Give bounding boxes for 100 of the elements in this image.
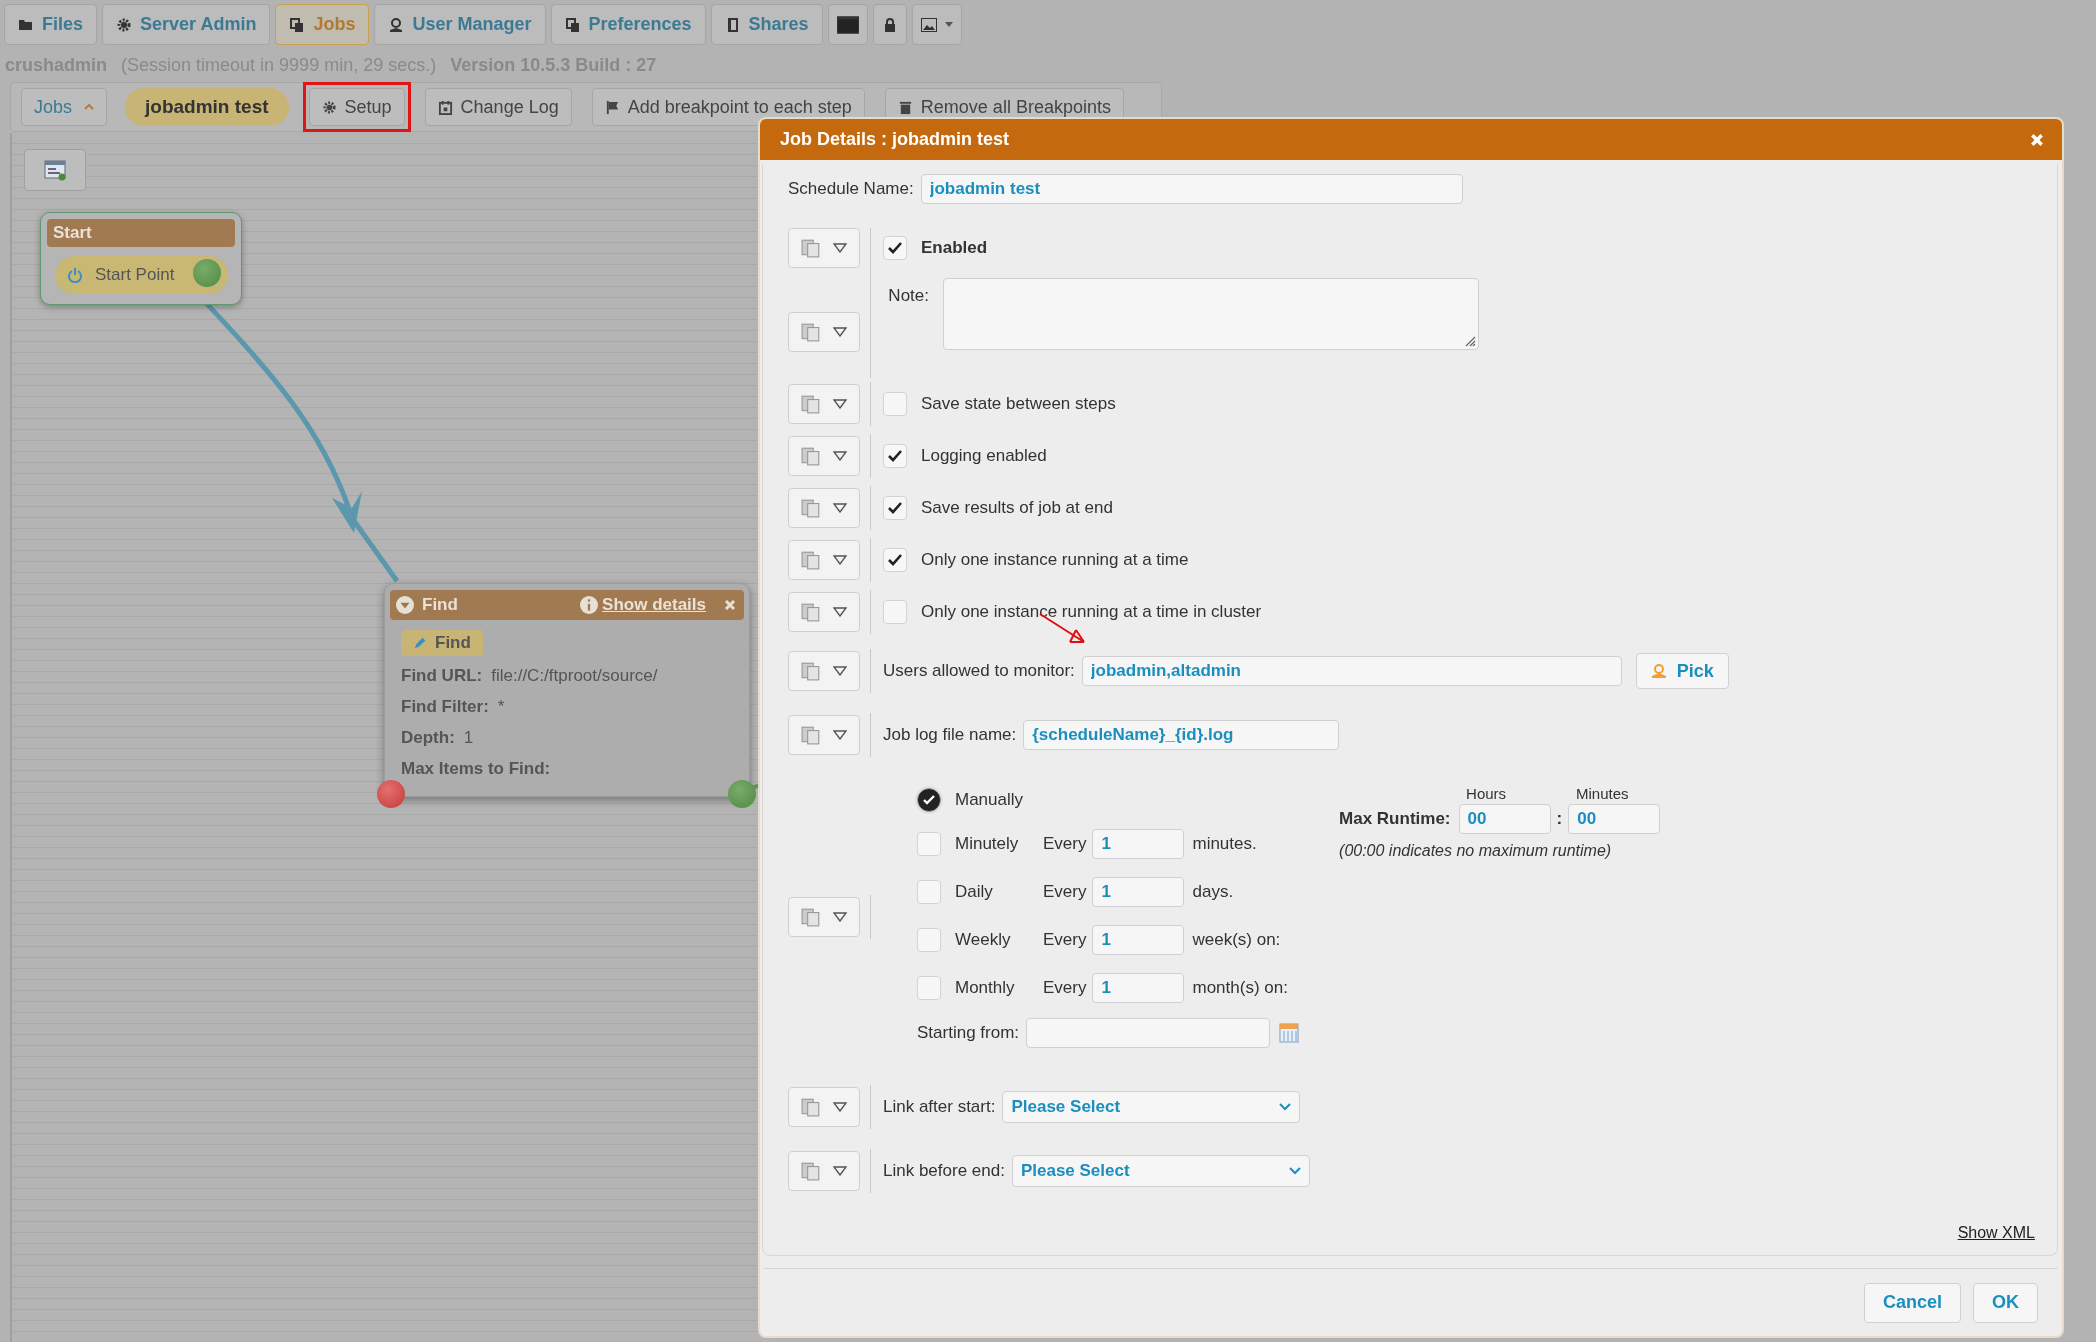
checkbox[interactable]: [883, 236, 907, 260]
field-label: Job log file name:: [883, 725, 1017, 745]
nav-tab[interactable]: Shares: [710, 4, 823, 45]
nav-tab[interactable]: Server Admin: [102, 4, 271, 45]
copy-icon: [801, 1097, 821, 1117]
nav-tab[interactable]: Preferences: [550, 4, 706, 45]
schedule-option[interactable]: [917, 788, 941, 812]
copy-icon: [801, 550, 821, 570]
copy-menu-button[interactable]: [788, 1087, 860, 1127]
checkbox-label: Save state between steps: [921, 394, 1116, 414]
field-label: Every: [1043, 882, 1087, 902]
field-label: Every: [1043, 978, 1087, 998]
log-file-field[interactable]: {scheduleName}_{id}.log: [1023, 720, 1340, 750]
close-icon[interactable]: [724, 599, 736, 611]
pick-button[interactable]: Pick: [1635, 653, 1729, 689]
lock-button[interactable]: [872, 4, 907, 45]
user-icon: [1650, 663, 1667, 679]
nav-tab[interactable]: Files: [4, 4, 98, 45]
show-xml-link[interactable]: Show XML: [1957, 1224, 2035, 1241]
caret-icon: [833, 451, 847, 461]
copy-menu-button[interactable]: [788, 592, 860, 632]
column-label: Minutes: [1576, 785, 1629, 802]
palette-button[interactable]: [24, 149, 86, 191]
jobs-menu-button[interactable]: Jobs: [21, 88, 108, 126]
interval-field[interactable]: 1: [1092, 877, 1185, 907]
caret-icon: [833, 912, 847, 922]
copy-menu-button[interactable]: [788, 897, 860, 937]
nav-tab[interactable]: Jobs: [275, 4, 370, 45]
collapse-icon: [396, 596, 414, 614]
field-label: Find Filter:: [401, 696, 489, 717]
start-date-field[interactable]: [1026, 1018, 1271, 1048]
image-menu-button[interactable]: [911, 4, 962, 45]
interval-field[interactable]: 1: [1092, 829, 1185, 859]
option-label: Daily: [955, 882, 994, 902]
copy-menu-button[interactable]: [788, 540, 860, 580]
option-label: Monthly: [955, 978, 1016, 998]
chevron-down-icon: [1279, 1103, 1292, 1111]
field-label: Every: [1043, 834, 1087, 854]
link-dropdown[interactable]: Please Select: [1002, 1091, 1301, 1123]
dialog-title: Job Details : jobadmin test: [780, 129, 1011, 150]
gear-icon: [321, 99, 337, 115]
calendar-icon: [437, 99, 453, 115]
copy-menu-button[interactable]: [788, 651, 860, 691]
copy-menu-button[interactable]: [788, 228, 860, 268]
output-port[interactable]: [728, 780, 756, 808]
copy-icon: [801, 322, 821, 342]
checkbox-label: Only one instance running at a time in cluster: [921, 602, 1262, 622]
link-dropdown[interactable]: Please Select: [1011, 1155, 1310, 1187]
schedule-name-field[interactable]: jobadmin test: [920, 174, 1463, 204]
interval-field[interactable]: 1: [1092, 925, 1185, 955]
step-tag[interactable]: Find: [401, 630, 483, 656]
copy-menu-button[interactable]: [788, 715, 860, 755]
terminal-button[interactable]: [827, 4, 868, 45]
dialog-button[interactable]: OK: [1973, 1282, 2038, 1323]
caret-icon: [833, 1102, 847, 1112]
checkbox[interactable]: [883, 392, 907, 416]
error-port[interactable]: [377, 780, 405, 808]
dialog-button[interactable]: Cancel: [1863, 1282, 1961, 1323]
unit-label: days.: [1192, 882, 1234, 902]
copy-icon: [801, 602, 821, 622]
copy-icon: [289, 16, 306, 33]
gear-icon: [116, 16, 133, 33]
minutes-field[interactable]: 00: [1568, 804, 1661, 834]
calendar-icon[interactable]: [1279, 1023, 1300, 1043]
toolbar-button[interactable]: Setup: [308, 88, 405, 126]
checkbox[interactable]: [883, 496, 907, 520]
show-details-link[interactable]: Show details: [602, 595, 706, 615]
column-label: Hours: [1466, 785, 1508, 802]
copy-menu-button[interactable]: [788, 436, 860, 476]
checkmark-icon: [888, 242, 902, 254]
field-value: file://C:/ftproot/source/: [491, 665, 658, 686]
copy-icon: [564, 16, 581, 33]
note-field[interactable]: [943, 278, 1479, 350]
field-value: 1: [463, 727, 474, 748]
caret-icon: [833, 666, 847, 676]
hint-text: (00:00 indicates no maximum runtime): [1339, 842, 1613, 860]
caret-icon: [833, 730, 847, 740]
copy-menu-button[interactable]: [788, 384, 860, 424]
copy-menu-button[interactable]: [788, 1151, 860, 1191]
copy-menu-button[interactable]: [788, 312, 860, 352]
toolbar-button[interactable]: Change Log: [424, 88, 572, 126]
start-point-pill[interactable]: Start Point: [55, 256, 228, 294]
interval-field[interactable]: 1: [1092, 973, 1185, 1003]
checkbox[interactable]: [883, 548, 907, 572]
checkbox[interactable]: [883, 600, 907, 624]
toolbar-button[interactable]: Add breakpoint to each step: [591, 88, 865, 126]
field-label: Every: [1043, 930, 1087, 950]
checkbox[interactable]: [883, 444, 907, 468]
field-value: *: [497, 696, 505, 717]
field-label: Find URL:: [401, 665, 483, 686]
hours-field[interactable]: 00: [1458, 804, 1551, 834]
caret-icon: [944, 22, 953, 27]
users-field[interactable]: jobadmin,altadmin: [1081, 656, 1622, 686]
copy-menu-button[interactable]: [788, 488, 860, 528]
checkbox-label: Logging enabled: [921, 446, 1047, 466]
job-name-pill: jobadmin test: [125, 88, 289, 126]
caret-icon: [833, 555, 847, 565]
checkmark-icon: [888, 502, 902, 514]
option-label: Manually: [955, 790, 1025, 810]
nav-tab[interactable]: User Manager: [374, 4, 546, 45]
